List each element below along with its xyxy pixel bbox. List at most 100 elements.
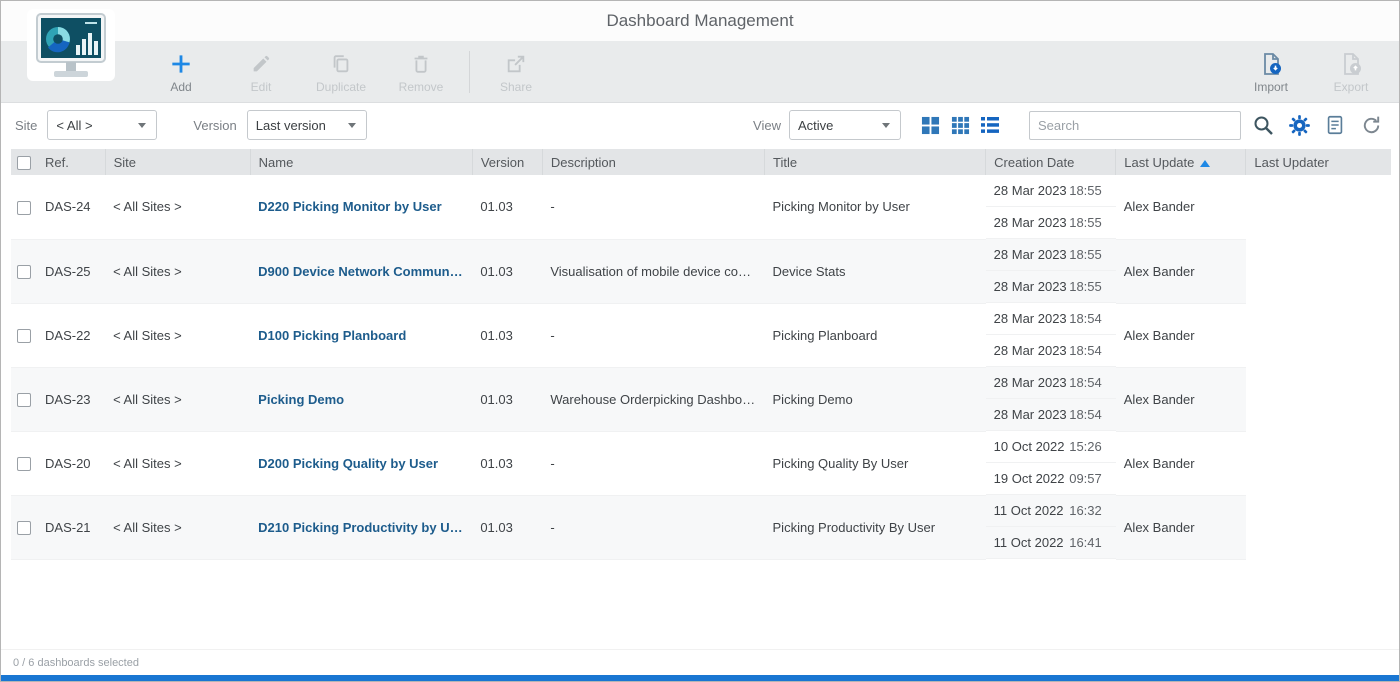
table-row[interactable]: DAS-23< All Sites >Picking Demo01.03Ware… [11,367,1391,431]
cell-creation_date: 28 Mar 202318:54 [986,367,1116,399]
table-row[interactable]: DAS-24< All Sites >D220 Picking Monitor … [11,175,1391,239]
dashboard-logo-icon [27,9,115,85]
cell-creation_date: 11 Oct 202216:32 [986,495,1116,527]
column-header-site[interactable]: Site [105,149,250,175]
view-filter-select[interactable]: Active [789,110,901,140]
toolbar-divider [469,51,470,93]
edit-button[interactable]: Edit [229,45,293,99]
cell-ref: DAS-23 [37,367,105,431]
export-button-label: Export [1334,80,1369,94]
column-header-creation_date[interactable]: Creation Date [986,149,1116,175]
cell-name[interactable]: D220 Picking Monitor by User [250,175,472,239]
column-header-ref[interactable]: Ref. [37,149,105,175]
table-row[interactable]: DAS-25< All Sites >D900 Device Network C… [11,239,1391,303]
import-button[interactable]: Import [1239,45,1303,99]
cell-version: 01.03 [472,239,542,303]
cell-updater: Alex Bander [1116,431,1246,495]
refresh-icon [1360,114,1383,137]
table-row[interactable]: DAS-20< All Sites >D200 Picking Quality … [11,431,1391,495]
app-logo [27,9,115,90]
page-title: Dashboard Management [606,11,793,31]
version-filter-label: Version [193,118,236,133]
cell-updater: Alex Bander [1116,239,1246,303]
cell-site: < All Sites > [105,367,250,431]
pencil-icon [250,50,272,78]
edit-button-label: Edit [251,80,272,94]
cell-update_date: 11 Oct 202216:41 [986,527,1116,559]
site-filter-value: < All > [56,118,92,133]
cell-site: < All Sites > [105,239,250,303]
share-button[interactable]: Share [484,45,548,99]
cell-creation_date: 28 Mar 202318:54 [986,303,1116,335]
cell-updater: Alex Bander [1116,495,1246,559]
export-icon [1338,50,1364,78]
cell-name[interactable]: Picking Demo [250,367,472,431]
version-filter-select[interactable]: Last version [247,110,367,140]
table-header-row: Ref.SiteNameVersionDescriptionTitleCreat… [11,149,1391,175]
view-filter-value: Active [798,118,833,133]
duplicate-button[interactable]: Duplicate [309,45,373,99]
site-filter-select[interactable]: < All > [47,110,157,140]
table-row[interactable]: DAS-21< All Sites >D210 Picking Producti… [11,495,1391,559]
selection-count: 0 / 6 dashboards selected [13,657,139,669]
settings-button[interactable] [1285,111,1313,139]
cell-creation_date: 28 Mar 202318:55 [986,239,1116,271]
chevron-down-icon [138,123,146,128]
toolbar: Add Edit Duplicate Remove Share Import [1,41,1399,103]
cell-name[interactable]: D200 Picking Quality by User [250,431,472,495]
cell-update_date: 28 Mar 202318:54 [986,335,1116,367]
cell-version: 01.03 [472,495,542,559]
row-checkbox[interactable] [17,329,31,343]
cell-site: < All Sites > [105,175,250,239]
row-checkbox[interactable] [17,393,31,407]
row-checkbox[interactable] [17,201,31,215]
row-checkbox[interactable] [17,265,31,279]
search-button[interactable] [1249,111,1277,139]
large-grid-view-button[interactable] [917,112,943,138]
cell-name[interactable]: D210 Picking Productivity by User [250,495,472,559]
cell-name[interactable]: D100 Picking Planboard [250,303,472,367]
list-view-button[interactable] [977,112,1003,138]
search-input[interactable] [1038,118,1232,133]
cell-version: 01.03 [472,175,542,239]
column-header-version[interactable]: Version [472,149,542,175]
row-checkbox[interactable] [17,521,31,535]
cell-ref: DAS-22 [37,303,105,367]
cell-title: Device Stats [765,239,986,303]
column-header-name[interactable]: Name [250,149,472,175]
remove-button[interactable]: Remove [389,45,453,99]
large-grid-icon [921,116,940,135]
column-header-update_date[interactable]: Last Update [1116,149,1246,175]
cell-version: 01.03 [472,431,542,495]
column-header-description[interactable]: Description [542,149,764,175]
refresh-button[interactable] [1357,111,1385,139]
view-filter-label: View [753,118,781,133]
add-button[interactable]: Add [149,45,213,99]
table-row[interactable]: DAS-22< All Sites >D100 Picking Planboar… [11,303,1391,367]
export-button[interactable]: Export [1319,45,1383,99]
report-button[interactable] [1321,111,1349,139]
status-bar: 0 / 6 dashboards selected [1,649,1399,675]
cell-update_date: 28 Mar 202318:54 [986,399,1116,431]
cell-description: - [542,303,764,367]
remove-button-label: Remove [399,80,444,94]
select-all-checkbox[interactable] [17,156,31,170]
row-checkbox[interactable] [17,457,31,471]
copy-icon [330,50,352,78]
search-icon [1251,113,1275,137]
view-controls: View Active [753,110,1385,140]
cell-updater: Alex Bander [1116,367,1246,431]
column-header-updater[interactable]: Last Updater [1246,149,1391,175]
cell-description: Warehouse Orderpicking Dashboar... [542,367,764,431]
cell-title: Picking Monitor by User [765,175,986,239]
small-grid-view-button[interactable] [947,112,973,138]
cell-version: 01.03 [472,303,542,367]
cell-name[interactable]: D900 Device Network Communicat... [250,239,472,303]
cell-ref: DAS-21 [37,495,105,559]
document-icon [1324,114,1346,136]
chevron-down-icon [882,123,890,128]
cell-version: 01.03 [472,367,542,431]
column-header-title[interactable]: Title [765,149,986,175]
cell-creation_date: 28 Mar 202318:55 [986,175,1116,207]
cell-ref: DAS-24 [37,175,105,239]
